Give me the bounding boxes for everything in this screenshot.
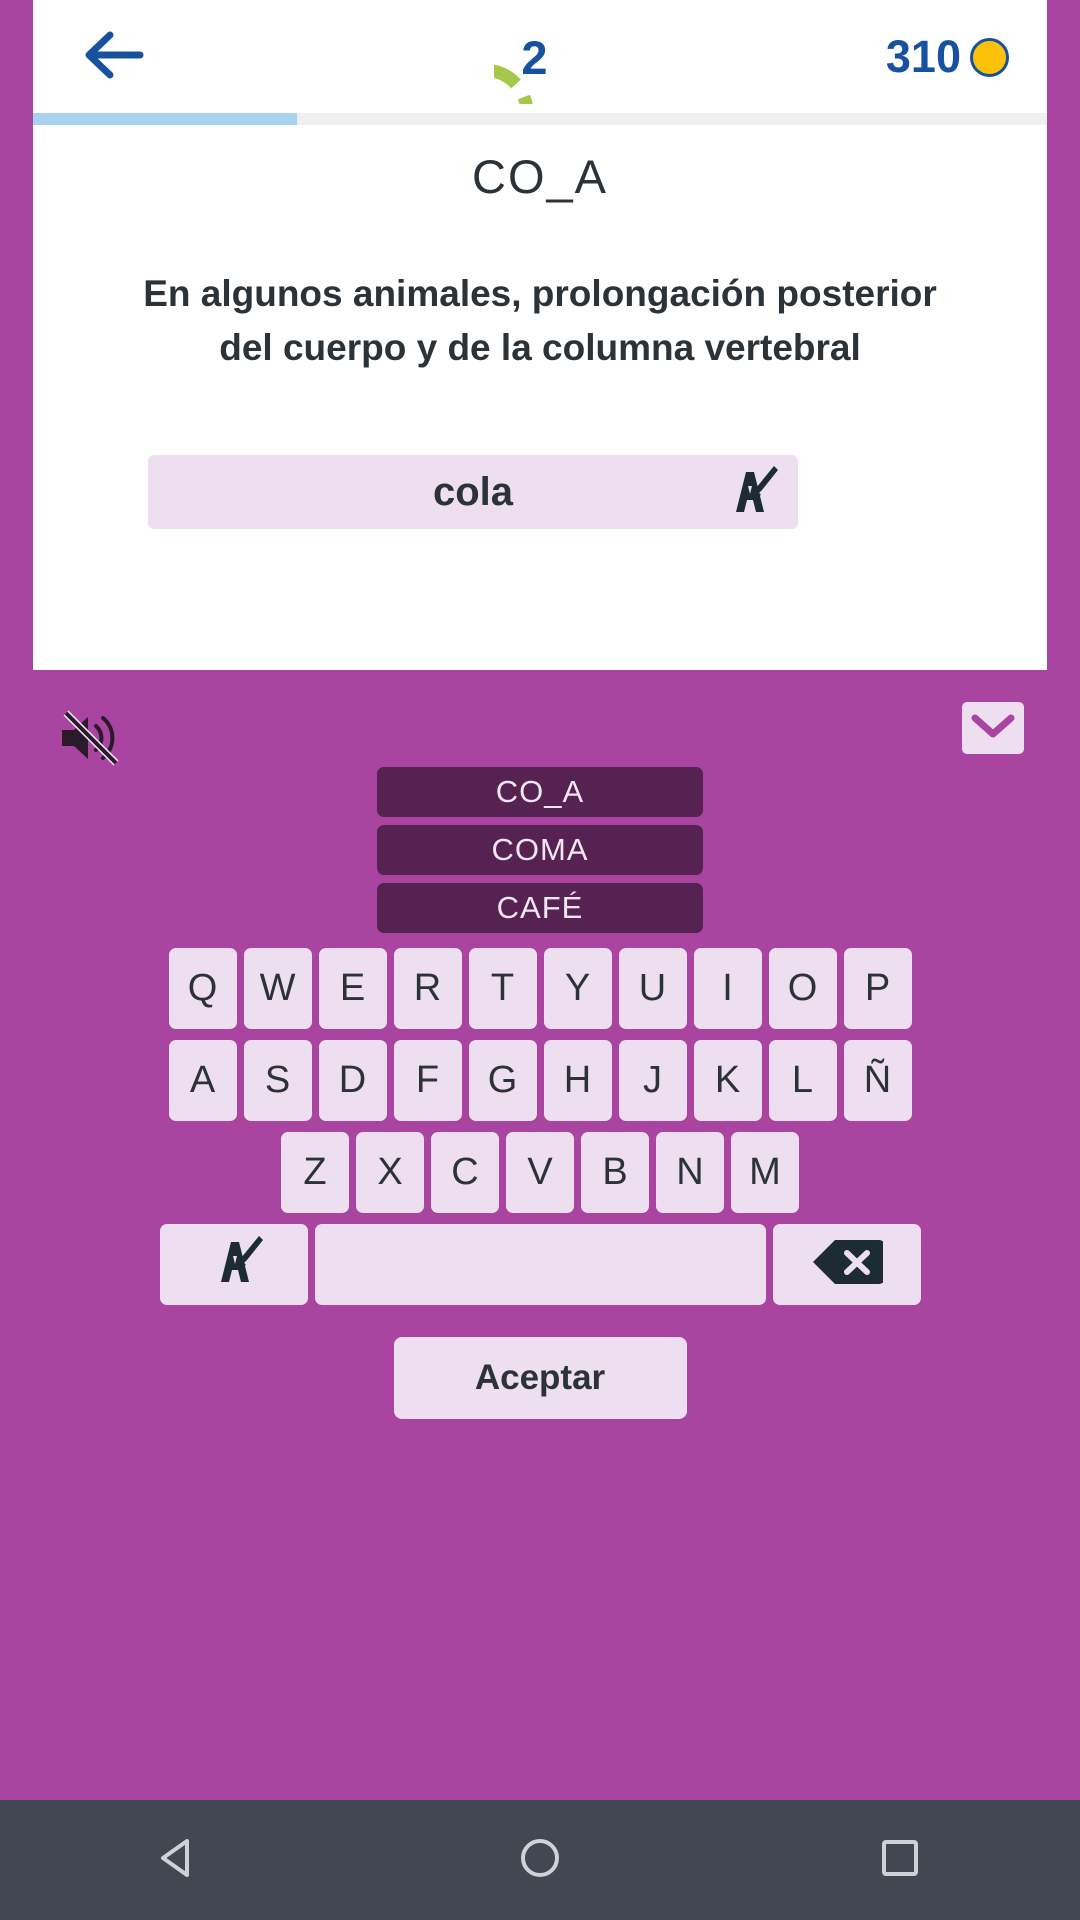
answer-input[interactable]: cola bbox=[148, 455, 798, 529]
keyboard-row-2: A S D F G H J K L Ñ bbox=[0, 1040, 1080, 1121]
key-label: I bbox=[722, 967, 733, 1009]
option-label: CAFÉ bbox=[496, 890, 584, 925]
key-label: V bbox=[527, 1151, 553, 1193]
option-label: COMA bbox=[491, 832, 589, 867]
key-label: F bbox=[415, 1059, 440, 1101]
on-screen-keyboard: Q W E R T Y U I O P A S D F G H J K L Ñ … bbox=[0, 948, 1080, 1419]
key-label: S bbox=[264, 1059, 291, 1101]
key-label: X bbox=[377, 1151, 403, 1193]
coin-count-label: 310 bbox=[885, 31, 961, 82]
key-c[interactable]: C bbox=[431, 1132, 499, 1213]
key-h[interactable]: H bbox=[543, 1040, 612, 1121]
keyboard-row-4 bbox=[0, 1224, 1080, 1305]
key-label: O bbox=[787, 967, 818, 1009]
coin-counter[interactable]: 310 bbox=[886, 22, 1009, 92]
key-q[interactable]: Q bbox=[168, 948, 237, 1029]
nav-home-button[interactable] bbox=[480, 1800, 600, 1920]
key-l[interactable]: L bbox=[768, 1040, 837, 1121]
key-label: C bbox=[451, 1151, 479, 1193]
key-label: E bbox=[339, 967, 366, 1009]
nav-back-button[interactable] bbox=[120, 1800, 240, 1920]
key-g[interactable]: G bbox=[468, 1040, 537, 1121]
key-r[interactable]: R bbox=[393, 948, 462, 1029]
key-label: W bbox=[259, 967, 296, 1009]
key-label: T bbox=[490, 967, 515, 1009]
key-label: A bbox=[189, 1059, 216, 1101]
answer-value: cola bbox=[432, 469, 514, 514]
option-button-2[interactable]: CAFÉ bbox=[377, 883, 703, 933]
square-recents-icon bbox=[877, 1835, 923, 1886]
handwriting-icon[interactable] bbox=[716, 462, 782, 522]
triangle-back-icon bbox=[157, 1835, 203, 1886]
key-handwriting[interactable] bbox=[159, 1224, 308, 1305]
key-o[interactable]: O bbox=[768, 948, 837, 1029]
puzzle-word: CO_A bbox=[472, 150, 608, 203]
key-label: K bbox=[714, 1059, 741, 1101]
key-label: Ñ bbox=[863, 1059, 892, 1101]
option-list: CO_A COMA CAFÉ bbox=[0, 767, 1080, 933]
key-label: B bbox=[602, 1151, 628, 1193]
coin-icon bbox=[970, 37, 1009, 77]
key-f[interactable]: F bbox=[393, 1040, 462, 1121]
envelope-icon[interactable] bbox=[962, 702, 1024, 754]
key-z[interactable]: Z bbox=[281, 1132, 349, 1213]
key-label: L bbox=[791, 1059, 814, 1101]
key-s[interactable]: S bbox=[243, 1040, 312, 1121]
key-a[interactable]: A bbox=[168, 1040, 237, 1121]
header-bar: 2 310 bbox=[33, 0, 1047, 161]
app-root: 2 310 CO_A En algunos animales, prolonga… bbox=[0, 0, 1080, 1920]
accept-row: Aceptar bbox=[0, 1337, 1080, 1419]
key-label: N bbox=[676, 1151, 704, 1193]
android-navigation-bar bbox=[0, 1800, 1080, 1920]
key-label: R bbox=[413, 967, 442, 1009]
question-card: CO_A En algunos animales, prolongación p… bbox=[33, 125, 1047, 670]
accept-button[interactable]: Aceptar bbox=[393, 1337, 687, 1419]
key-m[interactable]: M bbox=[731, 1132, 799, 1213]
key-n[interactable]: N bbox=[656, 1132, 724, 1213]
key-label: G bbox=[487, 1059, 518, 1101]
key-v[interactable]: V bbox=[506, 1132, 574, 1213]
key-p[interactable]: P bbox=[843, 948, 912, 1029]
timer-value: 2 bbox=[521, 30, 547, 84]
clue-text: En algunos animales, prolongación poster… bbox=[143, 273, 937, 368]
key-w[interactable]: W bbox=[243, 948, 312, 1029]
circle-home-icon bbox=[517, 1835, 563, 1886]
keyboard-row-3: Z X C V B N M bbox=[0, 1132, 1080, 1213]
key-j[interactable]: J bbox=[618, 1040, 687, 1121]
key-label: P bbox=[864, 967, 891, 1009]
key-label: Y bbox=[564, 967, 591, 1009]
key-u[interactable]: U bbox=[618, 948, 687, 1029]
key-x[interactable]: X bbox=[356, 1132, 424, 1213]
key-backspace[interactable] bbox=[772, 1224, 921, 1305]
key-label: M bbox=[749, 1151, 781, 1193]
accept-label: Aceptar bbox=[474, 1358, 606, 1397]
progress-bar-fill bbox=[33, 113, 297, 125]
speaker-muted-icon[interactable] bbox=[58, 707, 124, 769]
key-space[interactable] bbox=[314, 1224, 766, 1305]
handwriting-icon bbox=[203, 1234, 265, 1295]
backspace-icon bbox=[811, 1236, 885, 1293]
key-label: U bbox=[638, 967, 667, 1009]
progress-bar bbox=[33, 113, 1047, 125]
option-button-0[interactable]: CO_A bbox=[377, 767, 703, 817]
key-i[interactable]: I bbox=[693, 948, 762, 1029]
bottom-purple-fill bbox=[0, 1434, 1080, 1800]
key-label: H bbox=[563, 1059, 592, 1101]
key-label: Q bbox=[187, 967, 218, 1009]
key-e[interactable]: E bbox=[318, 948, 387, 1029]
key-k[interactable]: K bbox=[693, 1040, 762, 1121]
keyboard-row-1: Q W E R T Y U I O P bbox=[0, 948, 1080, 1029]
key-b[interactable]: B bbox=[581, 1132, 649, 1213]
key-label: D bbox=[338, 1059, 367, 1101]
option-button-1[interactable]: COMA bbox=[377, 825, 703, 875]
play-area: CO_A COMA CAFÉ Q W E R T Y U I O P A S D… bbox=[0, 670, 1080, 1434]
key-y[interactable]: Y bbox=[543, 948, 612, 1029]
key-label: J bbox=[643, 1059, 662, 1101]
option-label: CO_A bbox=[495, 774, 585, 809]
key-t[interactable]: T bbox=[468, 948, 537, 1029]
key-label: Z bbox=[303, 1151, 327, 1193]
nav-recents-button[interactable] bbox=[840, 1800, 960, 1920]
key-d[interactable]: D bbox=[318, 1040, 387, 1121]
key-enye[interactable]: Ñ bbox=[843, 1040, 912, 1121]
